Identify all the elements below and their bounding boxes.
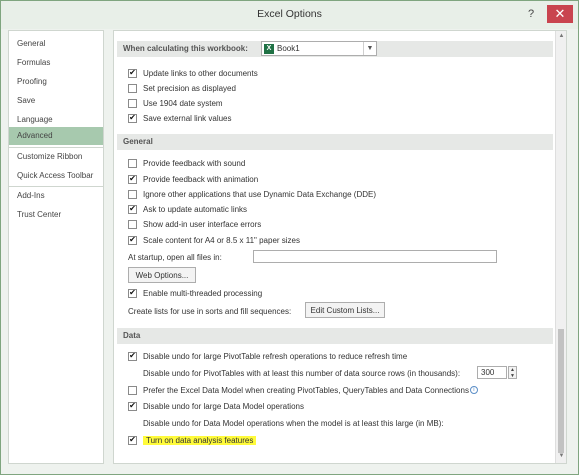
option-label: Use 1904 date system [143, 98, 223, 108]
help-icon[interactable]: ? [522, 5, 540, 23]
option-label: Disable undo for large PivotTable refres… [143, 351, 408, 361]
workbook-select-value: Book1 [277, 44, 300, 53]
option-ignore-dde[interactable]: Ignore other applications that use Dynam… [128, 187, 376, 201]
option-label: Provide feedback with animation [143, 174, 259, 184]
option-save-external-links[interactable]: ✔ Save external link values [128, 111, 232, 125]
checkbox-data-analysis[interactable]: ✔ [128, 435, 137, 445]
option-label: Prefer the Excel Data Model when creatin… [143, 385, 469, 395]
edit-custom-lists-button[interactable]: Edit Custom Lists... [305, 302, 385, 318]
option-feedback-animation[interactable]: ✔ Provide feedback with animation [128, 172, 258, 186]
checkbox-scale-content[interactable]: ✔ [128, 235, 137, 245]
pivot-rows-input[interactable]: 300 [477, 366, 507, 379]
checkbox-undo-data-model[interactable]: ✔ [128, 401, 137, 411]
options-sidebar: General Formulas Proofing Save Language … [8, 30, 104, 464]
workbook-calc-label: When calculating this workbook: [123, 44, 248, 53]
window-title: Excel Options [257, 8, 322, 20]
checkbox-multithreaded[interactable]: ✔ [128, 288, 137, 298]
checkbox-update-links[interactable]: ✔ [128, 68, 137, 78]
checkbox-undo-pivot-refresh[interactable]: ✔ [128, 351, 137, 361]
checkbox-feedback-sound[interactable] [128, 158, 137, 168]
checkbox-save-external-links[interactable]: ✔ [128, 113, 137, 123]
option-label: Provide feedback with sound [143, 158, 246, 168]
advanced-options-panel: When calculating this workbook: X Book1 … [113, 30, 567, 464]
general-section-header: General [117, 134, 553, 150]
data-model-size-label: Disable undo for Data Model operations w… [143, 419, 444, 428]
option-scale-content[interactable]: ✔ Scale content for A4 or 8.5 x 11" pape… [128, 233, 300, 247]
vertical-scrollbar[interactable]: ▲ ▼ [555, 31, 566, 463]
option-update-auto-links[interactable]: ✔ Ask to update automatic links [128, 202, 247, 216]
option-label: Ignore other applications that use Dynam… [143, 189, 377, 199]
option-label: Save external link values [143, 113, 232, 123]
option-label: Disable undo for large Data Model operat… [143, 401, 304, 411]
option-update-links[interactable]: ✔ Update links to other documents [128, 66, 258, 80]
pivot-rows-label: Disable undo for PivotTables with at lea… [143, 369, 461, 378]
sidebar-item-customize-ribbon[interactable]: Customize Ribbon [9, 148, 103, 166]
create-lists-label: Create lists for use in sorts and fill s… [128, 307, 292, 316]
data-section-header: Data [117, 328, 553, 344]
checkbox-set-precision[interactable] [128, 83, 137, 93]
sidebar-item-quick-access-toolbar[interactable]: Quick Access Toolbar [9, 167, 103, 185]
checkbox-ignore-dde[interactable] [128, 189, 137, 199]
sidebar-item-formulas[interactable]: Formulas [9, 54, 103, 72]
sidebar-item-add-ins[interactable]: Add-Ins [9, 187, 103, 205]
option-label: Update links to other documents [143, 68, 258, 78]
option-undo-pivot-refresh[interactable]: ✔ Disable undo for large PivotTable refr… [128, 349, 407, 363]
excel-workbook-icon: X [264, 43, 274, 54]
sidebar-item-advanced[interactable]: Advanced [9, 127, 103, 145]
checkbox-prefer-data-model[interactable] [128, 385, 137, 395]
option-label: Show add-in user interface errors [143, 219, 262, 229]
sidebar-item-general[interactable]: General [9, 35, 103, 53]
sidebar-item-save[interactable]: Save [9, 92, 103, 110]
option-addin-ui-errors[interactable]: Show add-in user interface errors [128, 217, 261, 231]
option-label: Ask to update automatic links [143, 204, 248, 214]
option-set-precision[interactable]: Set precision as displayed [128, 81, 236, 95]
chevron-down-icon[interactable]: ▼ [363, 42, 376, 55]
checkbox-update-auto-links[interactable]: ✔ [128, 204, 137, 214]
web-options-button[interactable]: Web Options... [128, 267, 196, 283]
spin-stepper[interactable]: ▲ ▼ [508, 366, 517, 379]
scroll-down-icon[interactable]: ▼ [557, 452, 566, 461]
sidebar-item-proofing[interactable]: Proofing [9, 73, 103, 91]
info-icon[interactable]: i [469, 386, 478, 394]
scroll-up-icon[interactable]: ▲ [557, 32, 566, 41]
option-prefer-data-model[interactable]: Prefer the Excel Data Model when creatin… [128, 383, 478, 397]
startup-folder-input[interactable] [253, 250, 497, 263]
startup-folder-label: At startup, open all files in: [128, 253, 222, 262]
checkbox-feedback-animation[interactable]: ✔ [128, 174, 137, 184]
option-label: Set precision as displayed [143, 83, 236, 93]
title-bar: Excel Options ? ✕ [1, 1, 578, 29]
option-data-analysis[interactable]: ✔ Turn on data analysis features [128, 433, 257, 447]
checkbox-1904-date[interactable] [128, 98, 137, 108]
sidebar-item-trust-center[interactable]: Trust Center [9, 206, 103, 224]
option-label: Enable multi-threaded processing [143, 288, 263, 298]
option-label-highlighted: Turn on data analysis features [143, 435, 257, 445]
option-1904-date[interactable]: Use 1904 date system [128, 96, 223, 110]
checkbox-addin-ui-errors[interactable] [128, 219, 137, 229]
option-feedback-sound[interactable]: Provide feedback with sound [128, 156, 245, 170]
scroll-thumb[interactable] [558, 329, 564, 453]
option-undo-data-model[interactable]: ✔ Disable undo for large Data Model oper… [128, 399, 304, 413]
excel-options-window: Excel Options ? ✕ General Formulas Proof… [0, 0, 579, 475]
close-icon[interactable]: ✕ [547, 5, 573, 23]
workbook-select[interactable]: X Book1 ▼ [261, 41, 377, 56]
option-label: Scale content for A4 or 8.5 x 11" paper … [143, 235, 301, 245]
option-multithreaded[interactable]: ✔ Enable multi-threaded processing [128, 286, 262, 300]
